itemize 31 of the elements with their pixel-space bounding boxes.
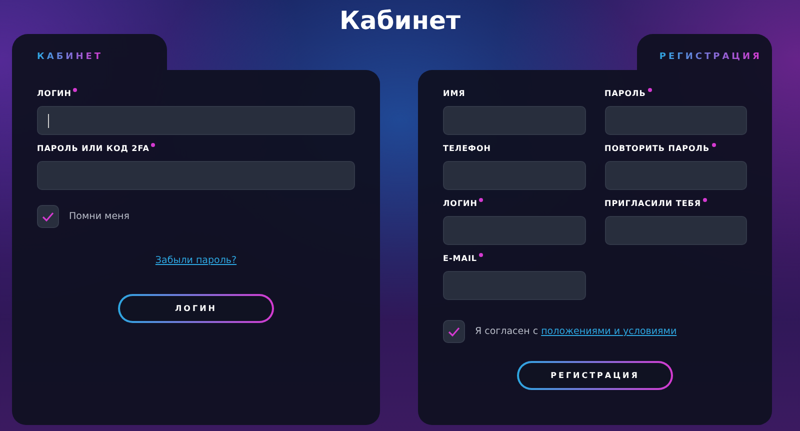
input-field[interactable] [37,106,355,135]
field-label: ЛОГИН [37,88,72,100]
field-label: ИМЯ [443,88,466,100]
login-button[interactable]: ЛОГИН [118,294,274,323]
register-button[interactable]: РЕГИСТРАЦИЯ [517,361,673,390]
input-field[interactable] [443,216,586,245]
input-field[interactable] [443,161,586,190]
tab-title: РЕГИСТРАЦИЯ [659,52,762,62]
checkbox[interactable] [443,320,465,343]
field-label: ТЕЛЕФОН [443,143,491,155]
field-label: ПАРОЛЬ ИЛИ КОД 2FA [37,143,150,155]
field-label: E-MAIL [443,253,478,265]
field-label: ПРИГЛАСИЛИ ТЕБЯ [604,198,702,210]
field-label: ПАРОЛЬ [604,88,646,100]
input-field[interactable] [37,161,355,190]
terms-agreement-text: Я согласен с положениями и условиями [475,326,677,337]
remember-label: Помни меня [69,211,130,222]
input-field[interactable] [604,106,747,135]
input-field[interactable] [443,106,586,135]
input-field[interactable] [604,216,747,245]
input-field[interactable] [604,161,747,190]
check-icon [42,212,54,222]
field-label: ПОВТОРИТЬ ПАРОЛЬ [604,143,710,155]
forgot-password-link[interactable]: Забыли пароль? [155,255,237,266]
page-title: Кабинет [338,5,462,34]
tab-title: КАБИНЕТ [37,52,104,62]
terms-link[interactable]: положениями и условиями [541,326,677,337]
field-label: ЛОГИН [443,198,478,210]
checkbox[interactable] [37,205,59,228]
check-icon [448,326,460,336]
input-field[interactable] [443,271,586,300]
